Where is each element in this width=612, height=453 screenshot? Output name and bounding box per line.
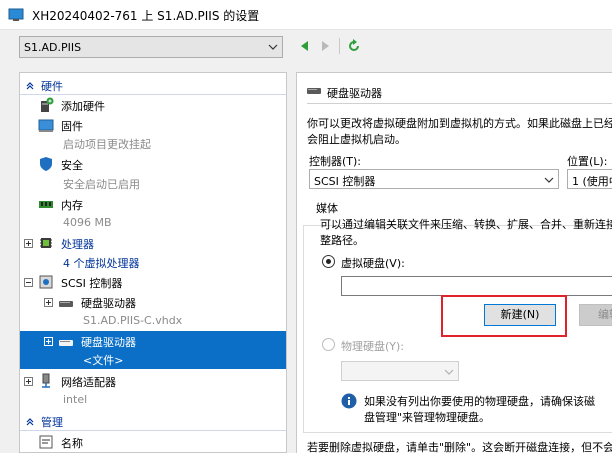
media-group-label: 媒体 [313,200,341,216]
tree-item-hard-drive-1[interactable]: 硬盘驱动器 [20,292,286,312]
expand-toggle[interactable] [44,298,53,307]
chevron-down-icon [268,44,278,50]
firmware-icon [38,119,54,132]
tree-item-sub-label: 安全启动已启用 [63,178,140,191]
panel-title-divider [307,103,612,104]
processor-icon [40,238,52,248]
tree-item-sub-label: S1.AD.PIIS-C.vhdx [83,314,183,327]
tree-item-label: 内存 [61,199,83,212]
collapse-chevron-icon [26,82,34,90]
virtual-disk-path-input[interactable] [341,276,612,296]
hardware-section-header[interactable]: 硬件 [20,75,286,95]
tree-item-memory-sub: 4096 MB [20,213,286,233]
tree-item-firmware-sub: 启动项目更改挂起 [20,133,286,153]
tree-item-label: 安全 [61,159,83,172]
tree-item-name[interactable]: 名称 [20,432,286,452]
tree-item-label: 硬盘驱动器 [81,297,136,310]
tree-item-label: 名称 [61,437,83,450]
tree-item-label: SCSI 控制器 [61,277,123,290]
hardware-tree-pane: 硬件 添加硬件 固件 启动项目更改挂起 安全 安全启动已启用 内存 4096 M… [19,72,287,453]
chevron-down-icon [544,177,554,183]
management-header-label: 管理 [41,416,63,429]
toolbar-separator [339,38,340,54]
controller-select-value: SCSI 控制器 [314,175,376,188]
tree-item-security-sub: 安全启动已启用 [20,173,286,193]
toolbar: S1.AD.PIIS [0,30,612,63]
info-text-line2: 盘管理"来管理物理硬盘。 [364,411,491,424]
memory-icon [39,201,53,208]
back-arrow-icon[interactable] [298,39,312,53]
hardware-header-label: 硬件 [41,80,63,93]
location-label: 位置(L): [567,155,608,168]
collapse-toggle[interactable] [24,278,33,287]
tree-item-label: 处理器 [61,238,94,251]
scsi-controller-icon [39,275,53,289]
footer-remove-text: 若要删除虚拟硬盘，请单击"删除"。这会断开磁盘连接，但不会 [307,441,612,453]
vm-select-value: S1.AD.PIIS [24,41,82,54]
name-icon [39,435,53,449]
tree-item-memory[interactable]: 内存 [20,194,286,214]
tree-item-firmware[interactable]: 固件 [20,115,286,135]
tree-item-label: 网络适配器 [61,376,116,389]
tree-item-label: 硬盘驱动器 [81,336,136,349]
panel-description-line2: 会阻止虚拟机启动。 [307,133,406,146]
shield-icon [40,157,52,171]
virtual-disk-label: 虚拟硬盘(V): [341,257,405,270]
tree-item-security[interactable]: 安全 [20,154,286,174]
tree-item-hard-drive-1-sub: S1.AD.PIIS-C.vhdx [20,311,286,331]
chevron-down-icon [444,369,454,375]
tree-item-sub-label: 启动项目更改挂起 [63,138,151,151]
expand-toggle[interactable] [44,337,53,346]
tree-item-processor-sub: 4 个虚拟处理器 [20,252,286,272]
tree-item-sub-label: <文件> [83,354,124,367]
expand-toggle[interactable] [24,377,33,386]
vm-select-dropdown[interactable]: S1.AD.PIIS [19,36,283,58]
location-select-value: 1 (使用中 [572,175,612,188]
controller-select[interactable]: SCSI 控制器 [309,169,559,189]
settings-app-icon [8,8,24,21]
tree-item-label: 固件 [61,120,83,133]
expand-toggle[interactable] [24,239,33,248]
controller-label: 控制器(T): [309,155,362,168]
media-description-line1: 可以通过编辑关联文件来压缩、转换、扩展、合并、重新连接 [320,218,612,231]
refresh-icon[interactable] [347,39,361,53]
info-text-line1: 如果没有列出你要使用的物理硬盘，请确保该磁 [364,395,595,408]
virtual-disk-radio[interactable] [322,255,335,268]
tree-item-scsi-controller[interactable]: SCSI 控制器 [20,272,286,292]
tree-item-add-hardware[interactable]: 添加硬件 [20,95,286,115]
panel-description-line1: 你可以更改将虚拟硬盘附加到虚拟机的方式。如果此磁盘上已经 [307,117,612,130]
info-icon [341,393,357,409]
add-hardware-icon [41,97,54,112]
tree-item-sub-label: 4096 MB [63,216,112,229]
physical-disk-select[interactable] [341,361,459,381]
title-bar: XH20240402-761 上 S1.AD.PIIS 的设置 [0,0,612,30]
hard-drive-icon [59,340,73,346]
hard-drive-icon [307,88,321,94]
physical-disk-radio[interactable] [322,338,335,351]
hard-drive-icon [59,301,73,307]
panel-title: 硬盘驱动器 [327,87,382,100]
collapse-chevron-icon [26,418,34,426]
tree-item-sub-label: 4 个虚拟处理器 [63,257,140,270]
location-select[interactable]: 1 (使用中 [567,169,612,189]
tree-item-processor[interactable]: 处理器 [20,233,286,253]
tree-item-hard-drive-2-selected[interactable]: 硬盘驱动器 <文件> [20,331,286,369]
network-adapter-icon [42,373,50,388]
window-title: XH20240402-761 上 S1.AD.PIIS 的设置 [32,9,260,23]
management-section-header[interactable]: 管理 [20,411,286,431]
physical-disk-label: 物理硬盘(Y): [341,340,405,353]
tree-item-network-adapter[interactable]: 网络适配器 [20,371,286,391]
new-button-highlight [441,295,567,337]
tree-item-network-adapter-sub: intel [20,390,286,410]
media-description-line2: 整路径。 [320,234,364,247]
forward-arrow-icon[interactable] [318,39,332,53]
hard-drive-settings-pane: 硬盘驱动器 你可以更改将虚拟硬盘附加到虚拟机的方式。如果此磁盘上已经 会阻止虚拟… [296,72,612,453]
tree-item-sub-label: intel [63,393,88,406]
edit-disk-button[interactable]: 编辑 [579,304,612,326]
tree-item-label: 添加硬件 [61,100,105,113]
